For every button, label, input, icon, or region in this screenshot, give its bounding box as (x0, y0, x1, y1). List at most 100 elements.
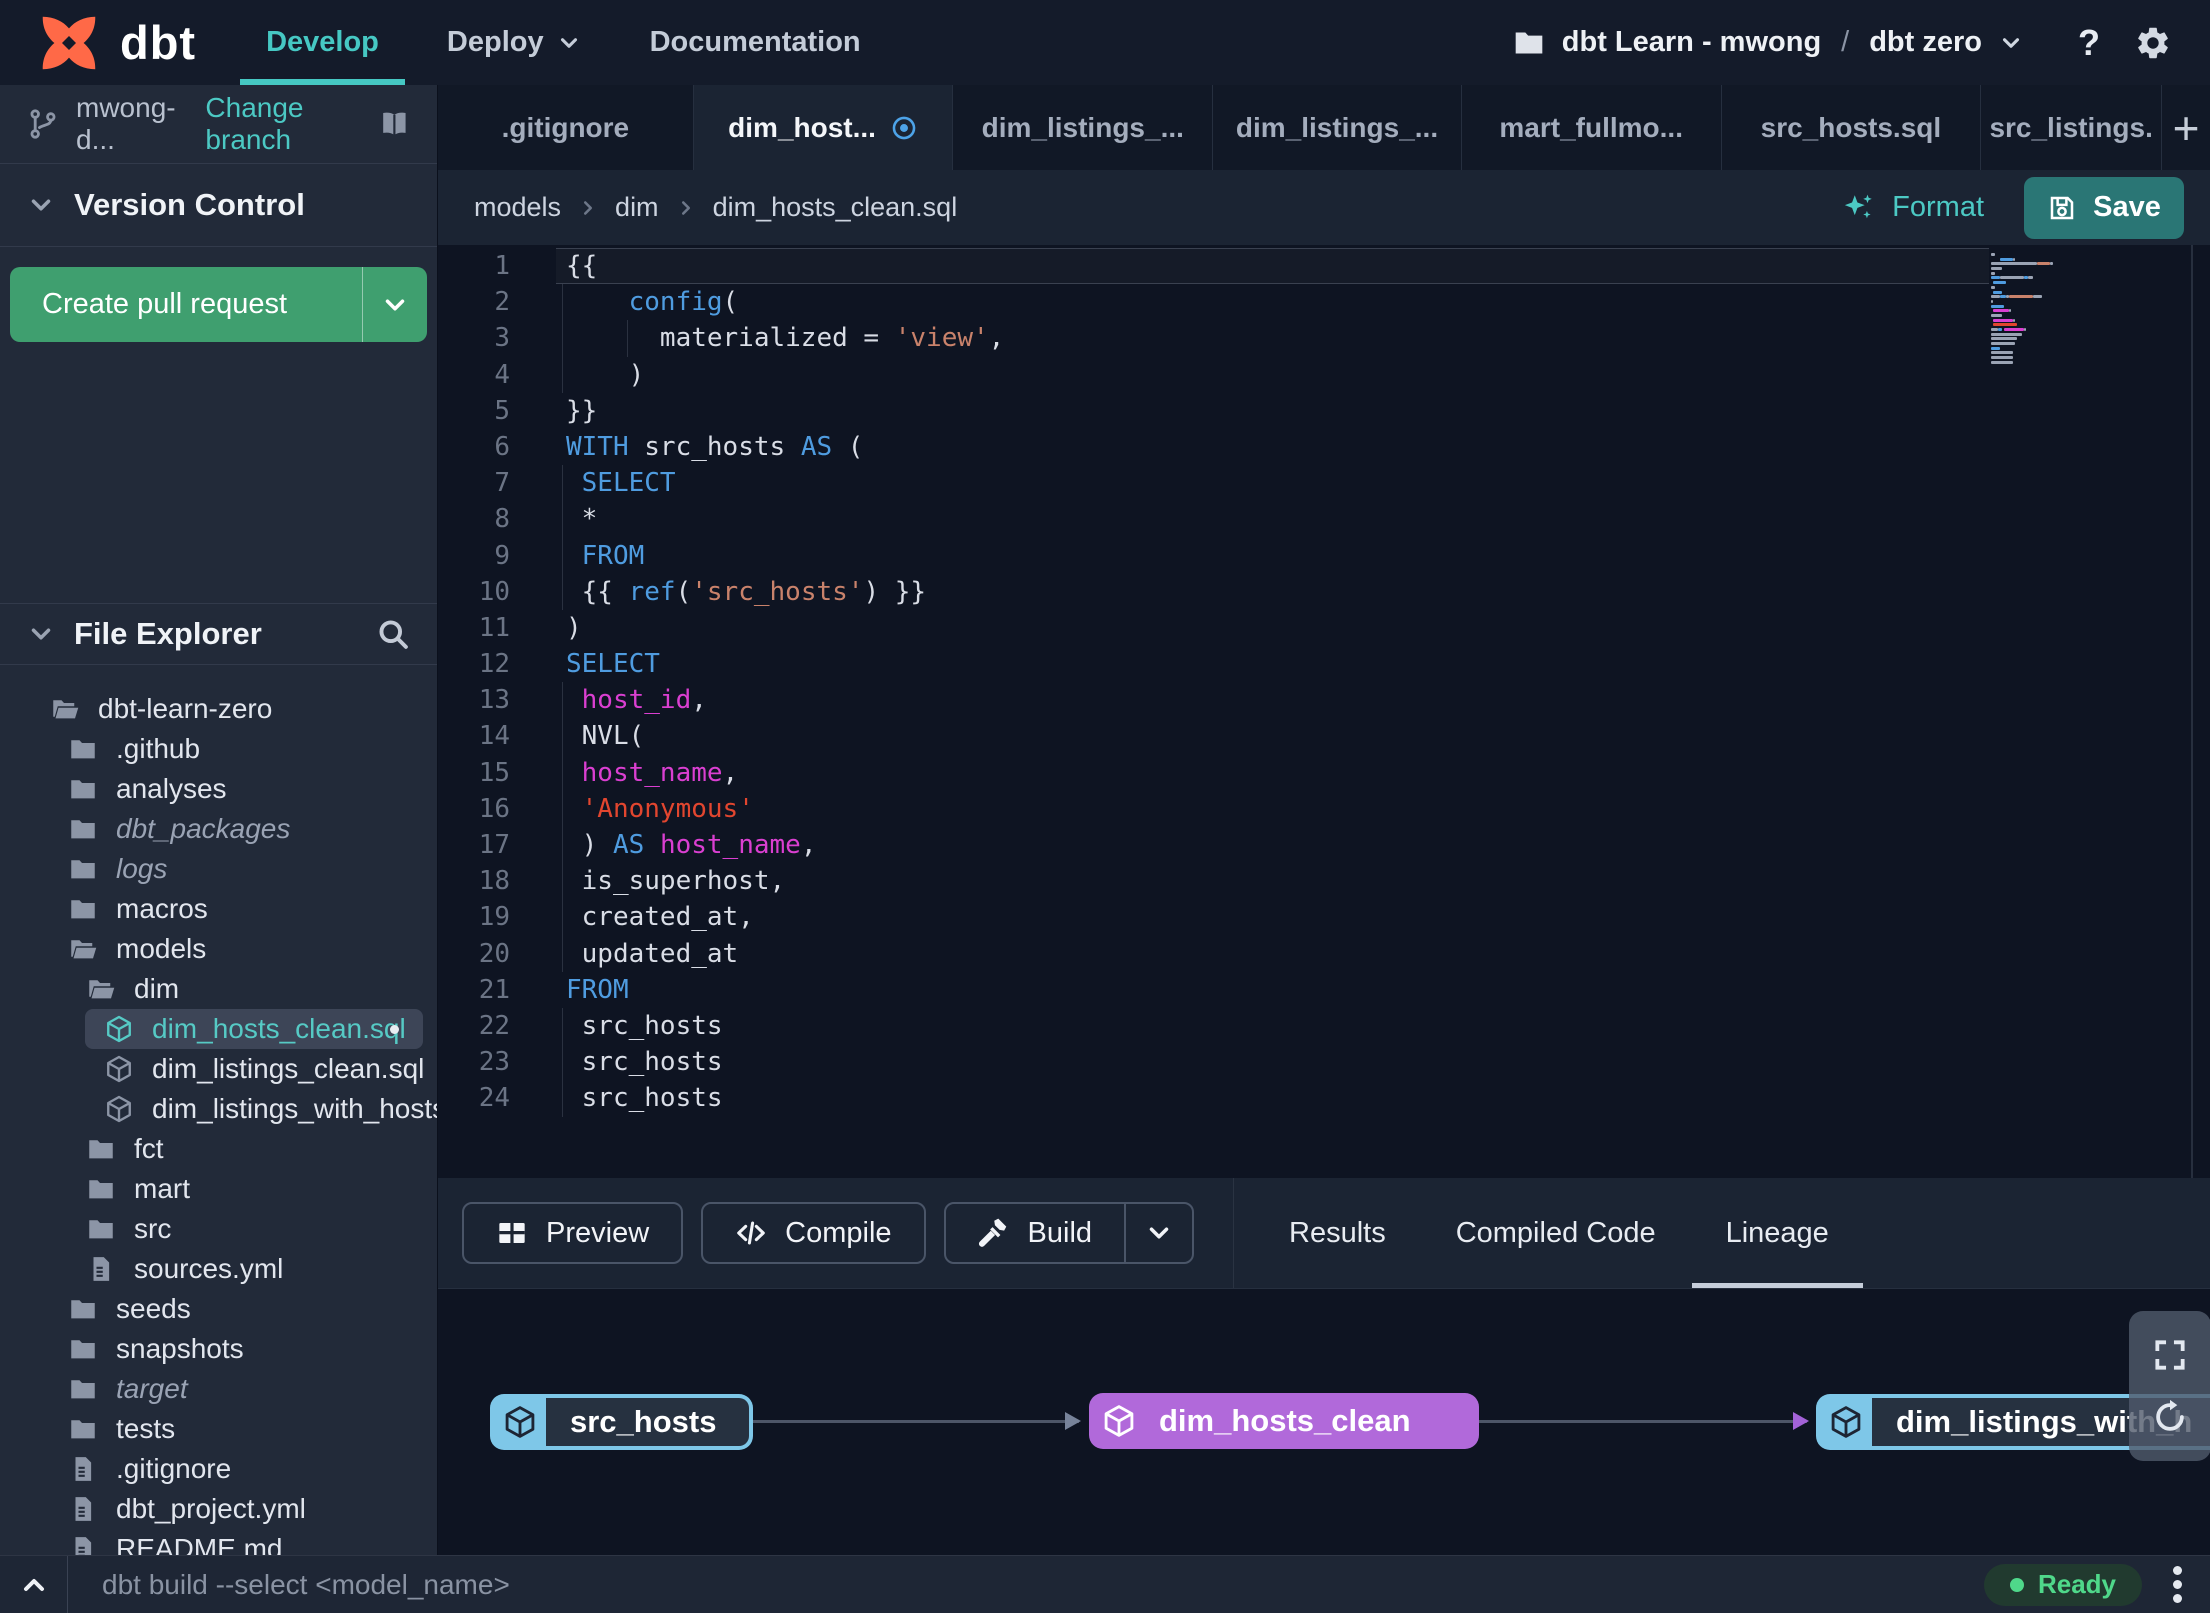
overflow-menu-icon[interactable] (2150, 1566, 2204, 1603)
code-line-4[interactable]: 4 ) (438, 356, 2210, 393)
dbt-logo[interactable]: dbt (0, 8, 232, 78)
code-line-3[interactable]: 3 materialized = 'view', (438, 320, 2210, 357)
command-input[interactable]: dbt build --select <model_name> (68, 1569, 510, 1601)
editor-scrollbar-track[interactable] (2191, 245, 2193, 1178)
editor-tab-dim-host[interactable]: dim_host... (693, 85, 954, 170)
file-name: tests (116, 1413, 176, 1444)
format-button[interactable]: Format (1842, 191, 1984, 225)
code-line-2[interactable]: 2 config( (438, 284, 2210, 321)
file-tree-item-target[interactable]: target (0, 1369, 437, 1409)
breadcrumb-item-dim[interactable]: dim (615, 192, 659, 223)
file-tree-item-dim-hosts-clean-sql[interactable]: dim_hosts_clean.sql (0, 1009, 437, 1049)
nav-item-deploy[interactable]: Deploy (447, 0, 582, 85)
lineage-node-src-hosts[interactable]: src_hosts (490, 1394, 753, 1450)
file-tree-item-dim[interactable]: dim (0, 969, 437, 1009)
breadcrumb-item-models[interactable]: models (474, 192, 561, 223)
code-line-14[interactable]: 14 NVL( (438, 718, 2210, 755)
file-explorer-header[interactable]: File Explorer (0, 603, 437, 665)
refresh-icon[interactable] (2151, 1398, 2189, 1436)
file-tree-item-gitignore[interactable]: .gitignore (0, 1449, 437, 1489)
code-line-5[interactable]: 5}} (438, 393, 2210, 429)
editor-tab-src-listings[interactable]: src_listings. (1981, 85, 2163, 170)
code-line-19[interactable]: 19 created_at, (438, 899, 2210, 936)
file-tree-item-macros[interactable]: macros (0, 889, 437, 929)
status-ready-badge[interactable]: Ready (1983, 1563, 2142, 1606)
file-tree-item-snapshots[interactable]: snapshots (0, 1329, 437, 1369)
code-line-1[interactable]: 1 {{ (438, 248, 2210, 285)
nav-item-documentation[interactable]: Documentation (650, 0, 861, 85)
code-line-6[interactable]: 6 WITH src_hosts AS ( (438, 429, 2210, 465)
nav-item-develop[interactable]: Develop (240, 0, 405, 85)
code-line-16[interactable]: 16 'Anonymous' (438, 790, 2210, 827)
file-tree-item-src[interactable]: src (0, 1209, 437, 1249)
file-tree-item-dim-listings-with-hosts[interactable]: dim_listings_with_hosts... (0, 1089, 437, 1129)
code-line-15[interactable]: 15 host_name, (438, 754, 2210, 791)
code-line-18[interactable]: 18 is_superhost, (438, 863, 2210, 900)
code-line-7[interactable]: 7 SELECT (438, 465, 2210, 502)
editor-tab-mart-fullmo[interactable]: mart_fullmo... (1462, 85, 1722, 170)
file-tree-item-sources-yml[interactable]: sources.yml (0, 1249, 437, 1289)
code-line-20[interactable]: 20 updated_at (438, 935, 2210, 972)
preview-button[interactable]: Preview (462, 1202, 684, 1264)
code-line-11[interactable]: 11) (438, 610, 2210, 646)
lineage-node-dim-hosts-clean[interactable]: dim_hosts_clean (1089, 1393, 1479, 1449)
settings-gear-icon[interactable] (2134, 24, 2172, 62)
editor-tab-gitignore[interactable]: .gitignore (438, 85, 694, 170)
code-line-9[interactable]: 9 FROM (438, 537, 2210, 574)
file-tree-item-dim-listings-clean-sql[interactable]: dim_listings_clean.sql (0, 1049, 437, 1089)
file-tree-item-fct[interactable]: fct (0, 1129, 437, 1169)
panel-tab-lineage[interactable]: Lineage (1691, 1178, 1864, 1288)
command-bar-toggle[interactable] (0, 1569, 67, 1601)
breadcrumb-item-dim-hosts-clean-sql[interactable]: dim_hosts_clean.sql (713, 192, 958, 223)
code-line-8[interactable]: 8 * (438, 501, 2210, 538)
code-line-24[interactable]: 24 src_hosts (438, 1080, 2210, 1117)
code-line-23[interactable]: 23 src_hosts (438, 1044, 2210, 1081)
code-line-21[interactable]: 21 FROM (438, 972, 2210, 1008)
docs-book-icon[interactable] (378, 104, 411, 144)
file-tree-item-dbt-learn-zero[interactable]: dbt-learn-zero (0, 689, 437, 729)
project-selector[interactable]: dbt Learn - mwong / dbt zero (1512, 26, 2024, 60)
compile-button[interactable]: Compile (701, 1202, 926, 1264)
editor-tab-dim-listings[interactable]: dim_listings_... (953, 85, 1214, 170)
lineage-canvas[interactable]: src_hosts dim_hosts_clean dim_listings_w… (438, 1288, 2210, 1555)
file-tree-item-github[interactable]: .github (0, 729, 437, 769)
file-tree-item-dbt-project-yml[interactable]: dbt_project.yml (0, 1489, 437, 1529)
file-tree-item-readme-md[interactable]: README.md (0, 1529, 437, 1555)
file-tree-item-dbt-packages[interactable]: dbt_packages (0, 809, 437, 849)
panel-tab-results[interactable]: Results (1289, 1178, 1386, 1288)
file-tree-item-models[interactable]: models (0, 929, 437, 969)
version-control-header[interactable]: Version Control (0, 164, 437, 247)
build-button[interactable]: Build (943, 1202, 1195, 1264)
code-line-17[interactable]: 17 ) AS host_name, (438, 827, 2210, 864)
editor-minimap[interactable] (1991, 253, 2055, 366)
code-line-22[interactable]: 22 src_hosts (438, 1007, 2210, 1045)
file-tree-item-seeds[interactable]: seeds (0, 1289, 437, 1329)
compile-button-main[interactable]: Compile (703, 1204, 923, 1262)
code-line-10[interactable]: 10 {{ ref('src_hosts') }} (438, 573, 2210, 610)
new-tab-button[interactable]: + (2162, 85, 2210, 170)
chevron-down-icon (26, 190, 56, 220)
search-icon[interactable] (375, 616, 411, 652)
change-branch-link[interactable]: Change branch (205, 92, 362, 156)
build-dropdown-button[interactable] (1124, 1204, 1192, 1262)
create-pull-request-button[interactable]: Create pull request (10, 267, 427, 342)
editor-tab-dim-listings[interactable]: dim_listings_... (1213, 85, 1462, 170)
preview-button-main[interactable]: Preview (464, 1204, 681, 1262)
toolbar-actions: Format Save (1842, 176, 2184, 239)
code-line-13[interactable]: 13 host_id, (438, 682, 2210, 719)
save-button[interactable]: Save (2024, 176, 2184, 239)
file-tree-item-mart[interactable]: mart (0, 1169, 437, 1209)
help-button[interactable]: ? (2078, 22, 2100, 64)
create-pull-request-label-area[interactable]: Create pull request (10, 267, 362, 342)
fullscreen-icon[interactable] (2151, 1336, 2189, 1374)
file-name: macros (116, 893, 208, 924)
pull-request-dropdown-button[interactable] (362, 267, 427, 342)
panel-tab-compiled-code[interactable]: Compiled Code (1456, 1178, 1656, 1288)
editor-tab-src-hosts-sql[interactable]: src_hosts.sql (1722, 85, 1982, 170)
code-editor[interactable]: 1{{2 config(3 materialized = 'view', 4 ) 5… (438, 245, 2210, 1178)
build-button-main[interactable]: Build (946, 1204, 1125, 1262)
file-tree-item-tests[interactable]: tests (0, 1409, 437, 1449)
file-tree-item-logs[interactable]: logs (0, 849, 437, 889)
code-line-12[interactable]: 12 SELECT (438, 646, 2210, 682)
file-tree-item-analyses[interactable]: analyses (0, 769, 437, 809)
